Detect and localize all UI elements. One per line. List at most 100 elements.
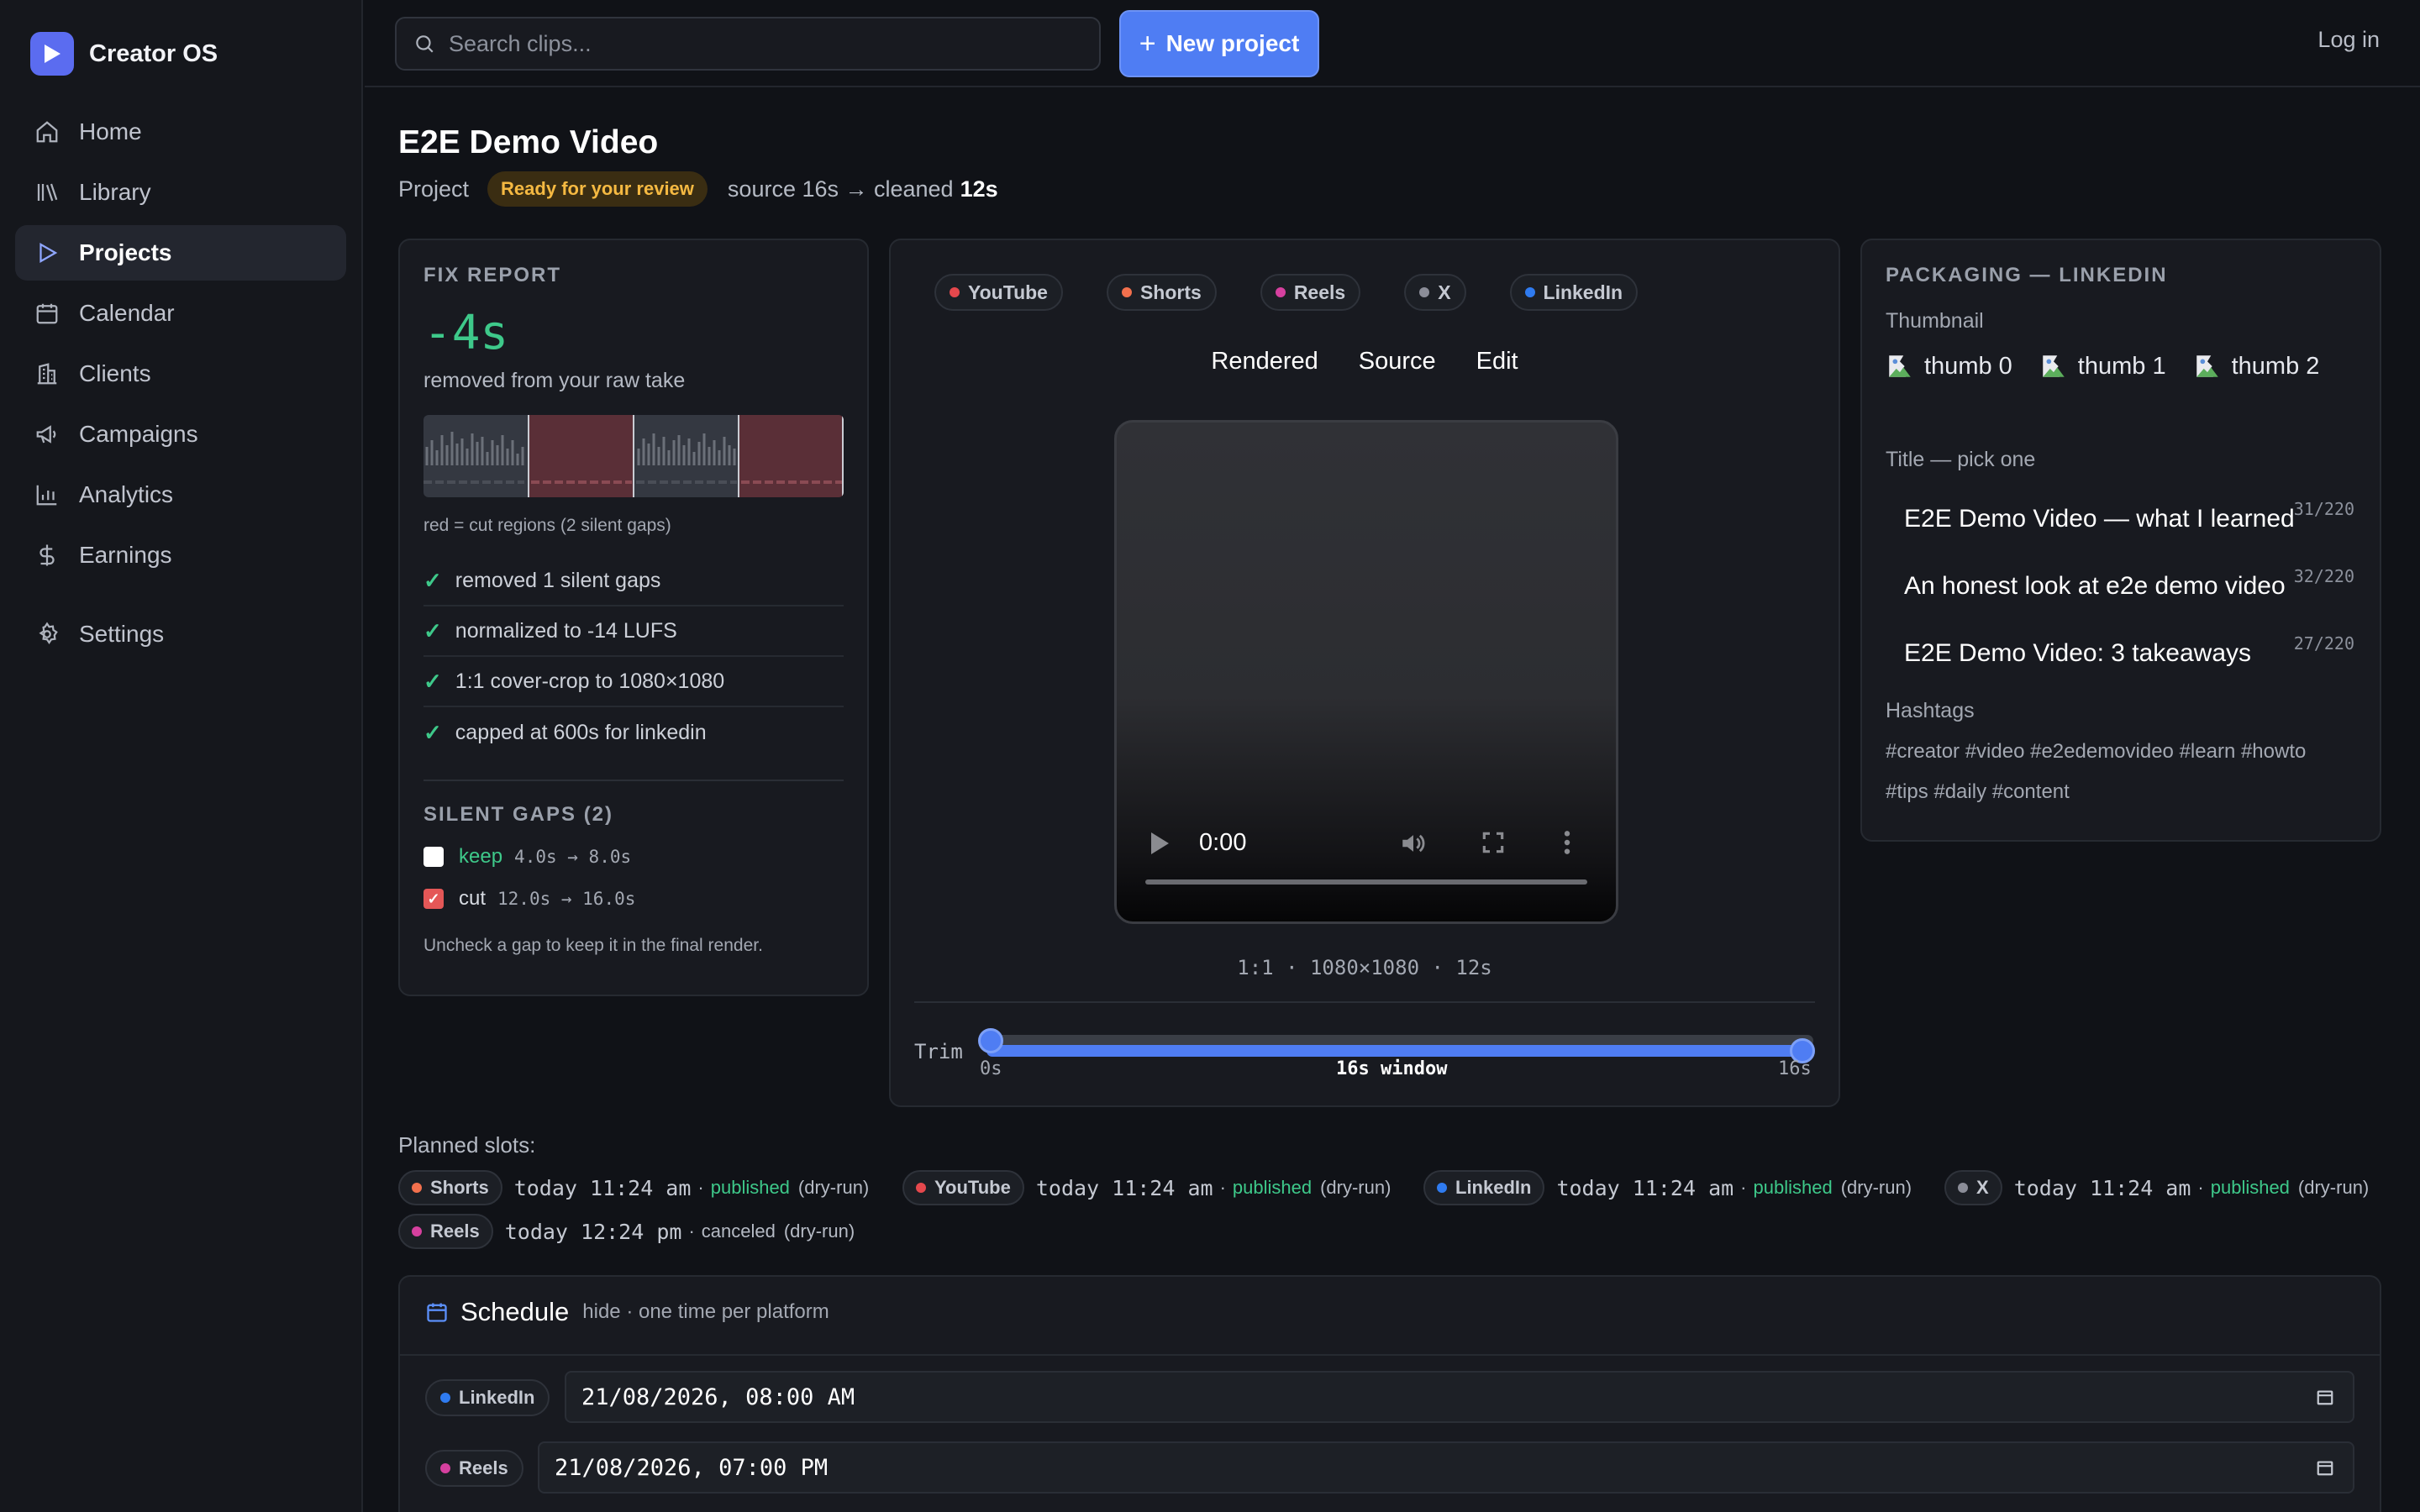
- planned-slot: X today 11:24 am · published (dry-run): [1944, 1169, 2369, 1206]
- thumbnail-label: thumb 0: [1924, 352, 2012, 380]
- status-dot: [412, 1183, 422, 1193]
- pill-label: LinkedIn: [1543, 281, 1623, 303]
- slot-note: (dry-run): [1840, 1177, 1912, 1198]
- thumbnail-option[interactable]: thumb 1: [2039, 352, 2166, 381]
- nav-item-clients[interactable]: Clients: [15, 346, 346, 402]
- progress-bar[interactable]: [1145, 879, 1587, 885]
- building-icon: [34, 360, 60, 387]
- nav-label: Settings: [79, 621, 165, 647]
- title-char-count: 27/220: [2293, 633, 2354, 654]
- checkmark-icon: ✓: [424, 617, 442, 643]
- title-text: E2E Demo Video — what I learned: [1904, 505, 2295, 533]
- separator: ·: [1740, 1177, 1747, 1198]
- gap-checkbox[interactable]: [424, 847, 444, 867]
- datetime-input[interactable]: 21/08/2026, 07:00 PM: [538, 1441, 2354, 1494]
- gap-row-cut[interactable]: ✓ cut 12.0s → 16.0s: [424, 887, 844, 911]
- slot-time: today 11:24 am: [1556, 1175, 1734, 1200]
- hashtags-line: #tips #daily #content: [1886, 780, 2070, 803]
- divider: [424, 780, 844, 781]
- search-input[interactable]: [449, 30, 1087, 57]
- nav-item-analytics[interactable]: Analytics: [15, 467, 346, 522]
- nav-label: Analytics: [79, 481, 174, 507]
- status-dot: [1275, 287, 1286, 297]
- new-project-button[interactable]: + New project: [1119, 10, 1319, 77]
- planned-slot: LinkedIn today 11:24 am · published (dry…: [1423, 1169, 1912, 1206]
- gap-checkbox-checked[interactable]: ✓: [424, 889, 444, 909]
- volume-icon[interactable]: [1399, 829, 1428, 858]
- brand[interactable]: Creator OS: [30, 32, 218, 76]
- silent-gaps-heading: SILENT GAPS (2): [424, 803, 614, 826]
- thumbnail-option[interactable]: thumb 0: [1886, 352, 2012, 381]
- title-option[interactable]: E2E Demo Video: 3 takeaways 27/220: [1886, 620, 2356, 687]
- player-controls: 0:00: [1117, 804, 1616, 921]
- nav-label: Projects: [79, 239, 172, 265]
- home-icon: [34, 118, 60, 145]
- tab-edit[interactable]: Edit: [1476, 348, 1518, 375]
- platform-pill-shorts[interactable]: Shorts: [1106, 274, 1217, 311]
- waveform-caption: red = cut regions (2 silent gaps): [424, 516, 671, 535]
- status-dot: [950, 287, 960, 297]
- login-link[interactable]: Log in: [2317, 27, 2380, 53]
- title-option[interactable]: E2E Demo Video — what I learned 31/220: [1886, 486, 2356, 553]
- status-dot: [412, 1226, 422, 1236]
- slot-platform-pill: YouTube: [902, 1170, 1024, 1205]
- status-dot: [1419, 287, 1430, 297]
- duration-text: source 16s → cleaned: [727, 176, 954, 202]
- trim-range-fill[interactable]: [986, 1045, 1807, 1057]
- gap-state: cut: [459, 887, 487, 910]
- gap-state: keep: [459, 845, 503, 868]
- nav-item-settings[interactable]: Settings: [15, 606, 346, 662]
- schedule-panel: Schedule hide · one time per platform Li…: [398, 1275, 2381, 1512]
- slot-time: today 11:24 am: [2013, 1175, 2191, 1200]
- platform-pill-youtube[interactable]: YouTube: [934, 274, 1063, 311]
- slot-status: published: [1753, 1177, 1833, 1198]
- view-tabs: Rendered Source Edit: [891, 348, 1839, 375]
- trim-start-handle[interactable]: [978, 1028, 1003, 1053]
- platform-pill-x[interactable]: X: [1404, 274, 1466, 311]
- nav-item-calendar[interactable]: Calendar: [15, 286, 346, 341]
- tab-rendered[interactable]: Rendered: [1211, 348, 1318, 375]
- thumbnail-option[interactable]: thumb 2: [2193, 352, 2319, 381]
- gap-row-keep[interactable]: keep 4.0s → 8.0s: [424, 845, 844, 869]
- platform-pill-reels[interactable]: Reels: [1260, 274, 1361, 311]
- planned-slot: Shorts today 11:24 am · published (dry-r…: [398, 1169, 869, 1206]
- nav-item-campaigns[interactable]: Campaigns: [15, 407, 346, 462]
- fix-report-panel: FIX REPORT -4s removed from your raw tak…: [398, 239, 869, 996]
- status-dot: [440, 1463, 450, 1473]
- datetime-input[interactable]: 21/08/2026, 08:00 AM: [565, 1371, 2354, 1423]
- title-text: E2E Demo Video: 3 takeaways: [1904, 639, 2252, 667]
- gap-range: 4.0s → 8.0s: [514, 847, 632, 867]
- nav-item-projects[interactable]: Projects: [15, 225, 346, 281]
- slot-note: (dry-run): [797, 1177, 870, 1198]
- more-options-icon[interactable]: [1562, 829, 1572, 856]
- calendar-picker-icon[interactable]: [2316, 1458, 2334, 1477]
- title-char-count: 32/220: [2293, 566, 2354, 586]
- gap-note: Uncheck a gap to keep it in the final re…: [424, 936, 763, 955]
- plus-icon: +: [1139, 27, 1156, 60]
- check-label: removed 1 silent gaps: [455, 568, 661, 592]
- search-icon: [413, 33, 435, 55]
- play-icon[interactable]: [1149, 831, 1171, 856]
- planned-slots-label: Planned slots:: [398, 1132, 536, 1158]
- fullscreen-icon[interactable]: [1480, 829, 1507, 856]
- status-dot: [440, 1393, 450, 1403]
- search-box[interactable]: [395, 17, 1101, 71]
- schedule-subtitle[interactable]: hide · one time per platform: [582, 1300, 829, 1324]
- nav-item-library[interactable]: Library: [15, 165, 346, 220]
- platform-pill-linkedin[interactable]: LinkedIn: [1509, 274, 1639, 311]
- separator: ·: [2197, 1177, 2204, 1198]
- tab-source[interactable]: Source: [1359, 348, 1436, 375]
- trim-start-label: 0s: [980, 1058, 1002, 1079]
- video-player[interactable]: 0:00: [1114, 420, 1618, 924]
- check-item: ✓ normalized to -14 LUFS: [424, 606, 844, 657]
- pill-label: X: [1438, 281, 1451, 303]
- status-dot: [1121, 287, 1132, 297]
- top-bar: + New project Log in: [365, 0, 2420, 87]
- nav-item-home[interactable]: Home: [15, 104, 346, 160]
- title-text: An honest look at e2e demo video: [1904, 572, 2286, 600]
- play-icon: [34, 239, 60, 266]
- nav-item-earnings[interactable]: Earnings: [15, 528, 346, 583]
- calendar-picker-icon[interactable]: [2316, 1388, 2334, 1406]
- title-option[interactable]: An honest look at e2e demo video 32/220: [1886, 553, 2356, 620]
